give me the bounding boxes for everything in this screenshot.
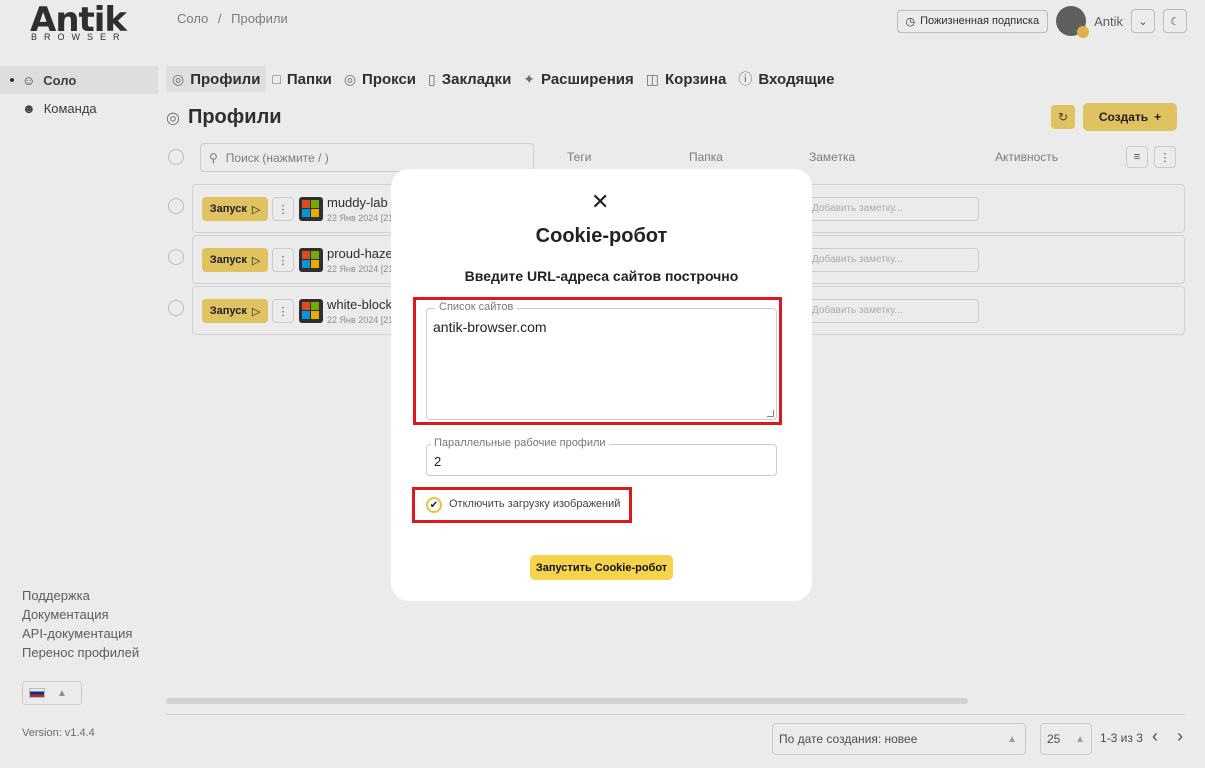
sites-value: antik-browser.com — [433, 319, 547, 335]
disable-images-checkbox[interactable]: ✔ — [426, 497, 442, 513]
cookie-robot-modal: ✕ Cookie-робот Введите URL-адреса сайтов… — [391, 169, 812, 601]
resize-handle[interactable] — [767, 410, 774, 417]
disable-images-label[interactable]: Отключить загрузку изображений — [449, 498, 620, 510]
close-button[interactable]: ✕ — [591, 191, 609, 213]
parallel-label: Параллельные рабочие профили — [431, 437, 609, 449]
modal-subtitle: Введите URL-адреса сайтов построчно — [464, 268, 739, 284]
parallel-profiles-field[interactable]: Параллельные рабочие профили 2 — [426, 437, 777, 476]
start-cookie-robot-button[interactable]: Запустить Cookie-робот — [530, 555, 673, 580]
close-icon: ✕ — [591, 189, 610, 214]
sites-textarea[interactable]: Список сайтов antik-browser.com — [426, 301, 777, 420]
sites-label: Список сайтов — [435, 301, 518, 313]
parallel-value: 2 — [434, 454, 442, 469]
modal-title: Cookie-робот — [535, 225, 668, 247]
checkmark-icon: ✔ — [429, 499, 439, 511]
